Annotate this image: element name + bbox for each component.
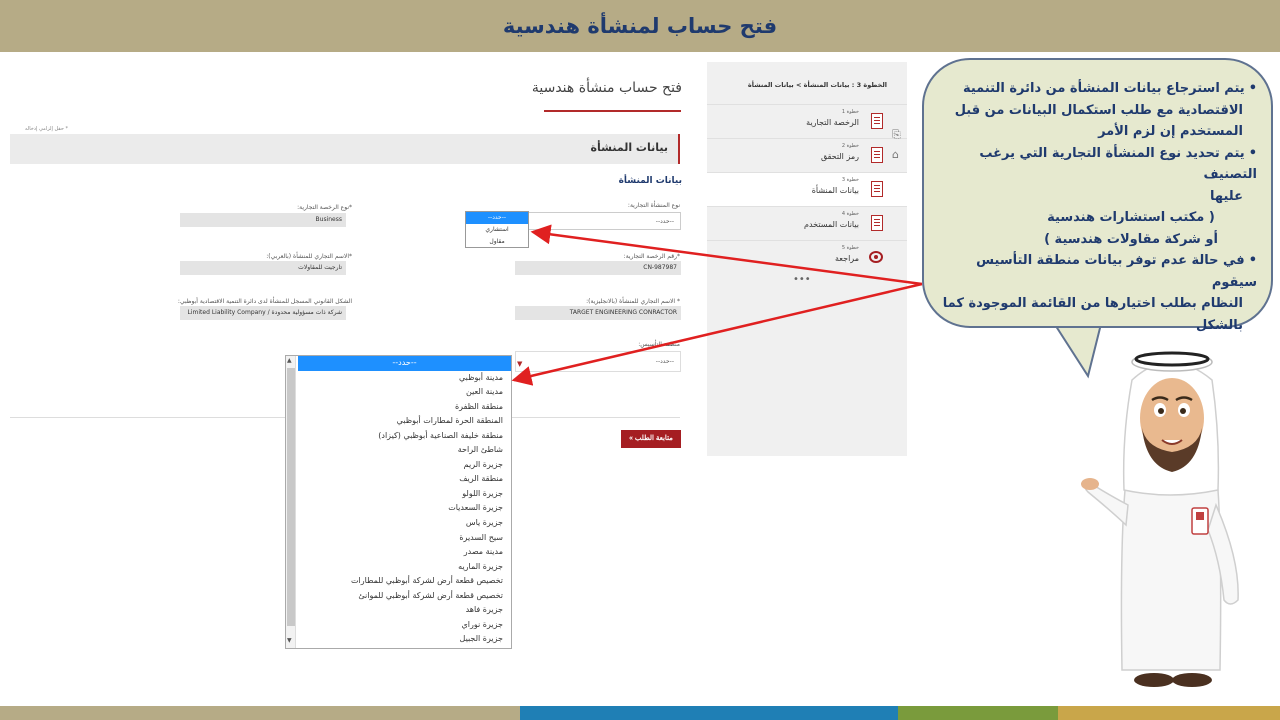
bubble-line: يتم تحديد نوع المنشأة التجارية التي يرغب… — [935, 143, 1257, 186]
bubble-line: في حالة عدم توفر بيانات منطقة التأسيس سي… — [935, 250, 1257, 293]
bubble-line: المستخدم إن لزم الأمر — [1098, 124, 1243, 139]
bubble-line: يتم استرجاع بيانات المنشأة من دائرة التن… — [935, 78, 1257, 100]
footer-stripe — [0, 706, 520, 720]
bubble-line: النظام بطلب اختيارها من القائمة الموجودة… — [942, 296, 1243, 311]
bubble-line: أو شركة مقاولات هندسية ) — [1044, 231, 1218, 247]
bubble-line: عليها — [1210, 188, 1243, 204]
arrow-to-type-dropdown — [530, 224, 923, 286]
footer-stripe — [1058, 706, 1280, 720]
footer-stripe — [520, 706, 898, 720]
slide: فتح حساب لمنشأة هندسية فتح حساب منشأة هن… — [0, 0, 1280, 720]
arrow-to-region-dropdown — [511, 282, 923, 386]
bubble-text: يتم استرجاع بيانات المنشأة من دائرة التن… — [935, 78, 1257, 336]
speech-bubble: يتم استرجاع بيانات المنشأة من دائرة التن… — [922, 58, 1273, 333]
mascot-character — [1081, 351, 1239, 687]
bubble-line: بالشكل — [1195, 317, 1243, 333]
footer-stripe — [898, 706, 1058, 720]
bubble-line: ( مكتب استشارات هندسية — [1047, 210, 1215, 225]
bubble-line: الاقتصادية مع طلب استكمال البيانات من قب… — [954, 102, 1243, 118]
